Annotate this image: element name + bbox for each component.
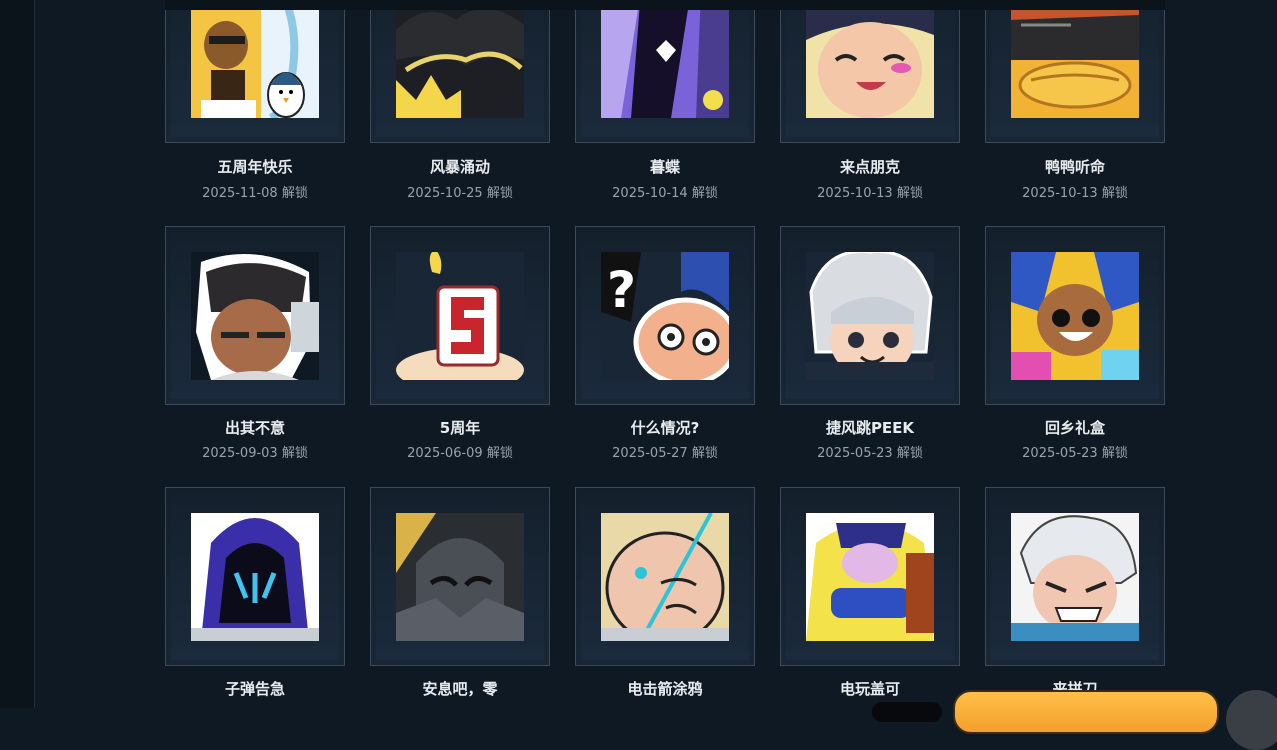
- birthday-candle-5-spray-icon: [396, 252, 524, 380]
- spray-unlock-date: 2025-10-25 解锁: [407, 186, 513, 201]
- spray-unlock-date: 2025-05-23 解锁: [1022, 446, 1128, 461]
- spray-card[interactable]: 五周年快乐 2025-11-08 解锁: [165, 0, 345, 204]
- spray-name: 出其不意: [224, 419, 285, 437]
- spray-frame: [780, 226, 960, 405]
- floating-round-button[interactable]: [1226, 690, 1277, 750]
- confused-face-spray-icon: ?: [601, 252, 729, 380]
- spray-frame: [370, 487, 550, 666]
- spray-unlock-date: 2025-10-13 解锁: [817, 186, 923, 201]
- spray-card[interactable]: ? 什么情况? 2025-05-27 解锁: [575, 226, 755, 466]
- spray-frame: [575, 487, 755, 666]
- mask-rest-spray-icon: [396, 513, 524, 641]
- spray-name: 5周年: [439, 419, 481, 437]
- spray-unlock-date: 2025-06-09 解锁: [407, 446, 513, 461]
- spray-frame: [370, 0, 550, 143]
- left-sidebar-rail: [0, 0, 35, 708]
- suspicious-agent-spray-icon: [191, 252, 319, 380]
- omen-hood-spray-icon: [191, 513, 319, 641]
- spray-card[interactable]: 电玩盖可: [780, 487, 960, 727]
- spray-unlock-date: 2025-05-27 解锁: [612, 446, 718, 461]
- spray-name: 五周年快乐: [217, 158, 293, 176]
- spray-frame: [165, 487, 345, 666]
- spray-card[interactable]: 风暴涌动 2025-10-25 解锁: [370, 0, 550, 204]
- spray-name: 捷风跳PEEK: [825, 419, 915, 437]
- spray-card[interactable]: 电击箭涂鸦: [575, 487, 755, 727]
- purple-butterfly-spray-icon: [601, 0, 729, 118]
- spray-frame: [985, 487, 1165, 666]
- spray-name: 子弹告急: [224, 680, 285, 698]
- jett-peek-spray-icon: [806, 252, 934, 380]
- neon-gift-spray-icon: [1011, 252, 1139, 380]
- shock-dart-spray-icon: [601, 513, 729, 641]
- top-header-strip: [165, 0, 1165, 10]
- spray-name: 暮蝶: [649, 158, 680, 176]
- spray-frame: [985, 0, 1165, 143]
- spray-card[interactable]: 出其不意 2025-09-03 解锁: [165, 226, 345, 466]
- primary-action-button[interactable]: [953, 690, 1219, 734]
- spray-name: 回乡礼盒: [1044, 419, 1105, 437]
- spray-name: 安息吧，零: [422, 680, 498, 698]
- spray-name: 电玩盖可: [839, 680, 900, 698]
- spray-frame: [780, 487, 960, 666]
- spray-card[interactable]: 子弹告急: [165, 487, 345, 727]
- spray-name: 来点朋克: [839, 158, 900, 176]
- spray-name: 什么情况?: [630, 419, 700, 437]
- duck-sunglasses-spray-icon: [1011, 0, 1139, 118]
- spray-unlock-date: 2025-10-14 解锁: [612, 186, 718, 201]
- spray-card[interactable]: 暮蝶 2025-10-14 解锁: [575, 0, 755, 204]
- spray-frame: [780, 0, 960, 143]
- spray-card[interactable]: 鸭鸭听命 2025-10-13 解锁: [985, 0, 1165, 204]
- spray-frame: [575, 0, 755, 143]
- spray-frame: [165, 226, 345, 405]
- spray-frame: ?: [575, 226, 755, 405]
- spray-frame: [165, 0, 345, 143]
- knife-fight-spray-icon: [1011, 513, 1139, 641]
- spray-card[interactable]: 来点朋克 2025-10-13 解锁: [780, 0, 960, 204]
- spray-card[interactable]: 捷风跳PEEK 2025-05-23 解锁: [780, 226, 960, 466]
- secondary-button[interactable]: [872, 702, 942, 722]
- gamer-gekko-spray-icon: [806, 513, 934, 641]
- spray-frame: [370, 226, 550, 405]
- spray-name: 鸭鸭听命: [1044, 158, 1105, 176]
- spray-card[interactable]: 回乡礼盒 2025-05-23 解锁: [985, 226, 1165, 466]
- spray-name: 风暴涌动: [429, 158, 490, 176]
- punk-girl-spray-icon: [806, 0, 934, 118]
- spray-unlock-date: 2025-05-23 解锁: [817, 446, 923, 461]
- spray-frame: [985, 226, 1165, 405]
- spray-unlock-date: 2025-11-08 解锁: [202, 186, 308, 201]
- storm-crown-spray-icon: [396, 0, 524, 118]
- spray-card[interactable]: 5周年 2025-06-09 解锁: [370, 226, 550, 466]
- bear-and-penguin-spray-icon: [191, 0, 319, 118]
- spray-unlock-date: 2025-10-13 解锁: [1022, 186, 1128, 201]
- spray-name: 电击箭涂鸦: [627, 680, 703, 698]
- spray-card[interactable]: 安息吧，零: [370, 487, 550, 727]
- svg-text:?: ?: [607, 261, 636, 319]
- spray-unlock-date: 2025-09-03 解锁: [202, 446, 308, 461]
